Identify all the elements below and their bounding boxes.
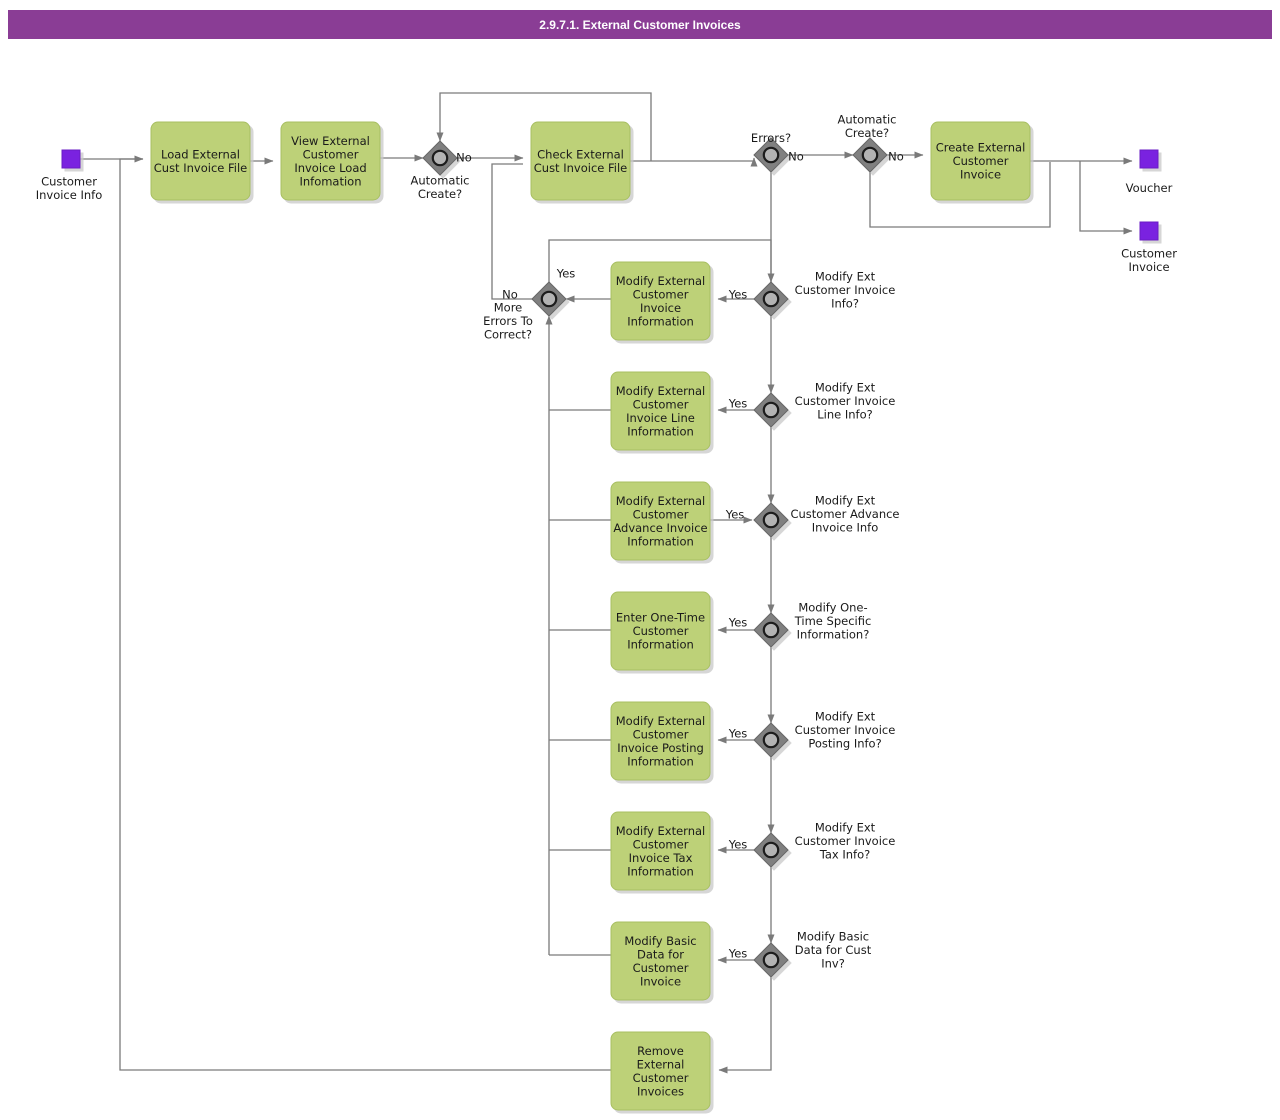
gateway-errors-event-icon xyxy=(762,146,780,164)
flow-basic-gw-to-remove xyxy=(718,977,772,1074)
task-modify-external-customer-invoice-posting-information-label: Modify External Customer Invoice Posting In… xyxy=(616,714,705,769)
task-modify-external-customer-invoice-line-information-label: Modify External Customer Invoice Line Infor… xyxy=(616,384,705,439)
gateway-modify-ext-customer-invoice-line-info-event-icon xyxy=(762,401,780,419)
task-modify-external-customer-advance-invoice-information-label: Modify External Customer Advance Invoice In… xyxy=(613,494,707,549)
flow-connectors-layer xyxy=(80,92,1133,1074)
task-nodes-layer: Load External Cust Invoice File View Exter… xyxy=(150,121,1031,1111)
gateway-modify-ext-customer-invoice-posting-info[interactable] xyxy=(753,722,789,758)
gateway-modify-ext-customer-invoice-info-label: Modify Ext Customer Invoice Info? xyxy=(795,270,896,311)
task-modify-external-customer-invoice-tax-information-label: Modify External Customer Invoice Tax Inform… xyxy=(616,824,705,879)
flow-more-gw-no-to-check-loop xyxy=(491,163,532,300)
gateway-automatic-create-2[interactable] xyxy=(852,137,888,173)
end-event-customer-invoice-shape xyxy=(1139,221,1159,241)
gateway-modify-one-time-specific-information[interactable] xyxy=(753,612,789,648)
gateway-modify-one-time-specific-information-label: Modify One-Time Specific Information? xyxy=(794,601,872,642)
flow-create-to-customer-invoice xyxy=(1079,161,1133,235)
gateway-modify-ext-customer-invoice-posting-info-label: Modify Ext Customer Invoice Posting Info? xyxy=(795,710,896,751)
edge-label-yes-more-errors: Yes xyxy=(556,267,576,281)
gateway-modify-one-time-specific-information-event-icon xyxy=(762,621,780,639)
edge-label-yes-basic-data: Yes xyxy=(728,947,748,961)
end-event-voucher-shape xyxy=(1139,149,1159,169)
end-event-voucher[interactable] xyxy=(1139,149,1159,169)
gateway-modify-basic-data-for-cust-inv-event-icon xyxy=(762,951,780,969)
gateway-automatic-create-1-event-icon xyxy=(431,149,449,167)
edge-label-yes-tax: Yes xyxy=(728,838,748,852)
gateway-modify-ext-customer-invoice-info-event-icon xyxy=(762,290,780,308)
task-view-external-customer-invoice-load-infomation-label: View External Customer Invoice Load Infomat… xyxy=(291,134,370,189)
gateway-modify-ext-customer-invoice-tax-info-event-icon xyxy=(762,841,780,859)
start-event-customer-invoice-info[interactable] xyxy=(61,149,81,169)
edge-label-yes-posting: Yes xyxy=(728,727,748,741)
edge-label-yes-one-time: Yes xyxy=(728,616,748,630)
end-event-customer-invoice[interactable] xyxy=(1139,221,1159,241)
gateway-more-errors-to-correct[interactable] xyxy=(531,281,567,317)
start-event-customer-invoice-info-shape xyxy=(61,149,81,169)
gateway-automatic-create-1[interactable] xyxy=(422,140,458,176)
edge-label-yes-invoice-line: Yes xyxy=(728,397,748,411)
gateway-modify-ext-customer-invoice-posting-info-event-icon xyxy=(762,731,780,749)
task-remove-external-customer-invoices-label: Remove External Customer Invoices xyxy=(633,1044,689,1099)
gateway-modify-basic-data-for-cust-inv-label: Modify Basic Data for Cust Inv? xyxy=(795,930,872,971)
gateway-modify-basic-data-for-cust-inv[interactable] xyxy=(753,942,789,978)
gateway-modify-ext-customer-invoice-line-info[interactable] xyxy=(753,392,789,428)
gateway-modify-ext-customer-invoice-info[interactable] xyxy=(753,281,789,317)
gateway-more-errors-to-correct-event-icon xyxy=(540,290,558,308)
gateway-modify-ext-customer-invoice-line-info-label: Modify Ext Customer Invoice Line Info? xyxy=(795,381,896,422)
gateway-errors-label: Errors? xyxy=(751,131,791,145)
start-event-customer-invoice-info-label: Customer Invoice Info xyxy=(36,174,103,202)
gateway-automatic-create-2-event-icon xyxy=(861,146,879,164)
flow-check-to-errors xyxy=(630,157,758,167)
gateway-modify-ext-customer-advance-invoice-info-label: Modify Ext Customer Advance Invoice Info xyxy=(790,494,899,535)
end-event-customer-invoice-label: Customer Invoice xyxy=(1121,246,1177,274)
end-event-voucher-label: Voucher xyxy=(1126,181,1173,195)
flowchart-canvas: Load External Cust Invoice File View Exter… xyxy=(36,92,1177,1111)
edge-label-yes-invoice-info: Yes xyxy=(728,288,748,302)
edge-label-no-automatic-create-1: No xyxy=(456,151,472,165)
task-load-external-cust-invoice-file-label: Load External Cust Invoice File xyxy=(154,147,248,175)
task-check-external-cust-invoice-file-label: Check External Cust Invoice File xyxy=(534,147,628,175)
gateway-modify-ext-customer-invoice-tax-info[interactable] xyxy=(753,832,789,868)
edge-label-no-errors: No xyxy=(788,150,804,164)
gateway-automatic-create-2-label: Automatic Create? xyxy=(838,112,897,139)
edge-label-no-automatic-create-2: No xyxy=(888,150,904,164)
gateway-modify-ext-customer-invoice-tax-info-label: Modify Ext Customer Invoice Tax Info? xyxy=(795,821,896,862)
gateway-modify-ext-customer-advance-invoice-info-event-icon xyxy=(762,511,780,529)
gateway-more-errors-to-correct-label: More Errors To Correct? xyxy=(483,301,533,342)
edge-label-no-more-errors: No xyxy=(502,288,518,302)
gateway-modify-ext-customer-advance-invoice-info[interactable] xyxy=(753,502,789,538)
edge-label-yes-advance-invoice: Yes xyxy=(725,508,745,522)
gateway-automatic-create-1-label: Automatic Create? xyxy=(411,173,470,201)
